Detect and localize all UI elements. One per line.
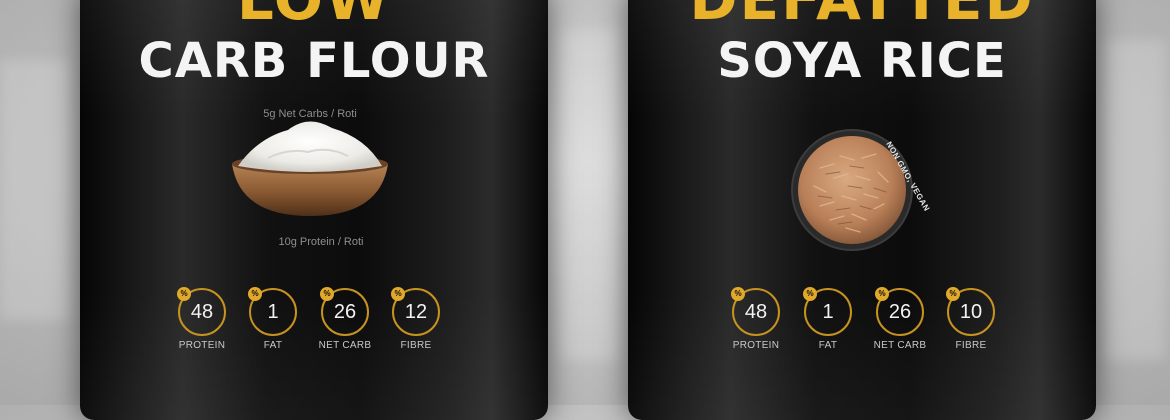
stat-ring: % 1 — [248, 287, 297, 336]
stat-value: 48 — [744, 301, 768, 323]
wall-highlight — [0, 60, 70, 320]
stat-net-carb: % 26 NET CARB — [305, 287, 385, 351]
stat-ring: % 48 — [177, 287, 226, 336]
bowl-of-flour-icon — [228, 118, 392, 218]
stat-value: 1 — [822, 301, 834, 323]
stat-label: FIBRE — [400, 340, 432, 351]
percent-badge-icon: % — [731, 287, 745, 301]
nutrition-stats: % 48 PROTEIN % 1 FAT % 26 NET CARB % 12 … — [80, 287, 548, 368]
stat-protein: % 48 PROTEIN — [162, 287, 242, 351]
stat-ring: % 48 — [731, 287, 780, 336]
stat-label: NET CARB — [318, 340, 372, 351]
stat-label: PROTEIN — [732, 340, 780, 351]
stat-label: FAT — [818, 340, 838, 351]
percent-badge-icon: % — [320, 287, 334, 301]
stat-fat: % 1 FAT — [788, 287, 868, 351]
stat-value: 48 — [190, 301, 214, 323]
nutrition-stats: % 48 PROTEIN % 1 FAT % 26 NET CARB % 10 … — [628, 287, 1096, 368]
percent-badge-icon: % — [391, 287, 405, 301]
percent-badge-icon: % — [803, 287, 817, 301]
stat-ring: % 26 — [875, 287, 924, 336]
stat-ring: % 1 — [803, 287, 852, 336]
stat-net-carb: % 26 NET CARB — [860, 287, 940, 351]
stat-ring: % 10 — [946, 287, 995, 336]
wall-highlight — [560, 30, 620, 360]
stat-value: 26 — [333, 301, 357, 323]
stat-value: 10 — [959, 301, 983, 323]
stat-label: NET CARB — [873, 340, 927, 351]
product-pouch-low-carb-flour: LOW CARB FLOUR 5g Net Carbs / Roti — [80, 0, 548, 420]
product-title-top: DEFATTED — [628, 0, 1096, 28]
stat-label: FAT — [263, 340, 283, 351]
stat-fibre: % 10 FIBRE — [931, 287, 1011, 351]
product-title-main: SOYA RICE — [717, 33, 1007, 89]
stat-protein: % 48 PROTEIN — [716, 287, 796, 351]
caption-protein: 10g Protein / Roti — [278, 236, 364, 248]
percent-badge-icon: % — [177, 287, 191, 301]
stat-ring: % 12 — [391, 287, 440, 336]
wall-highlight — [1105, 40, 1165, 360]
stat-value: 12 — [404, 301, 428, 323]
stat-value: 1 — [267, 301, 279, 323]
stat-fibre: % 12 FIBRE — [376, 287, 456, 351]
stat-label: FIBRE — [955, 340, 987, 351]
percent-badge-icon: % — [248, 287, 262, 301]
stat-value: 26 — [888, 301, 912, 323]
percent-badge-icon: % — [946, 287, 960, 301]
stat-label: PROTEIN — [178, 340, 226, 351]
product-title-main: CARB FLOUR — [138, 33, 490, 89]
stat-fat: % 1 FAT — [233, 287, 313, 351]
stat-ring: % 26 — [320, 287, 369, 336]
product-pouch-defatted-soya-rice: DEFATTED SOYA RICE — [628, 0, 1096, 420]
product-title-top: LOW — [80, 0, 548, 28]
percent-badge-icon: % — [875, 287, 889, 301]
